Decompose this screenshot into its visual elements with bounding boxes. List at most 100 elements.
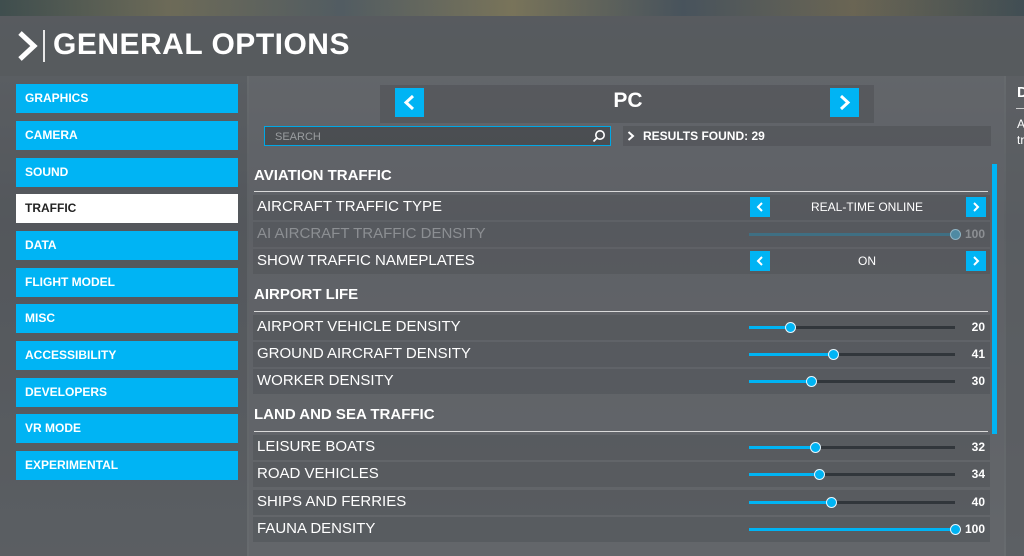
setting-row-ships-and-ferries: SHIPS AND FERRIES 40 (253, 490, 990, 515)
setting-label: GROUND AIRCRAFT DENSITY (257, 345, 471, 362)
setting-row-aircraft-traffic-type: AIRCRAFT TRAFFIC TYPE REAL-TIME ONLINE (253, 195, 990, 220)
option-next-button[interactable] (966, 251, 986, 271)
slider-handle[interactable] (809, 442, 821, 453)
sidebar-item-vr-mode[interactable]: VR MODE (16, 414, 238, 443)
slider-track[interactable] (749, 376, 955, 387)
setting-label: FAUNA DENSITY (257, 520, 376, 537)
slider-fill (749, 501, 832, 504)
section-divider (254, 311, 988, 312)
sidebar-item-traffic[interactable]: TRAFFIC (16, 194, 238, 223)
slider-track[interactable] (749, 497, 955, 508)
description-panel: D Atr (1006, 76, 1024, 556)
chevron-left-icon (756, 202, 763, 212)
slider-track[interactable] (749, 524, 961, 535)
slider-fill (749, 326, 791, 329)
setting-row-worker-density: WORKER DENSITY 30 (253, 369, 990, 394)
results-count: RESULTS FOUND: 29 (643, 129, 765, 143)
chevron-right-icon (839, 95, 851, 110)
setting-value: 41 (971, 347, 985, 361)
slider-fill (749, 380, 811, 383)
sidebar-item-accessibility[interactable]: ACCESSIBILITY (16, 341, 238, 370)
section-title-aviation-traffic: AVIATION TRAFFIC (254, 167, 392, 184)
results-found: RESULTS FOUND: 29 (623, 126, 991, 146)
scrollbar[interactable] (992, 164, 997, 434)
slider-handle[interactable] (826, 497, 838, 508)
section-divider (254, 431, 988, 432)
setting-value: 30 (971, 374, 985, 388)
option-next-button[interactable] (966, 197, 986, 217)
chevron-right-icon (973, 256, 980, 266)
setting-value: 100 (964, 522, 985, 536)
header-divider (43, 30, 45, 62)
description-line: A (1017, 117, 1024, 131)
sidebar-item-developers[interactable]: DEVELOPERS (16, 378, 238, 407)
header-bar: GENERAL OPTIONS (0, 16, 1024, 76)
chevron-left-icon (756, 256, 763, 266)
slider-handle[interactable] (805, 376, 817, 387)
platform-next-button[interactable] (830, 88, 859, 117)
setting-row-airport-vehicle-density: AIRPORT VEHICLE DENSITY 20 (253, 315, 990, 340)
setting-value: ON (858, 254, 876, 268)
slider-fill (749, 528, 955, 531)
page-title: GENERAL OPTIONS (53, 28, 350, 61)
sidebar-item-flight-model[interactable]: FLIGHT MODEL (16, 268, 238, 297)
sidebar: GRAPHICS CAMERA SOUND TRAFFIC DATA FLIGH… (0, 76, 247, 556)
setting-label: SHOW TRAFFIC NAMEPLATES (257, 252, 475, 269)
sidebar-item-camera[interactable]: CAMERA (16, 121, 238, 150)
setting-label: AI AIRCRAFT TRAFFIC DENSITY (257, 225, 486, 242)
chevron-right-icon (973, 202, 980, 212)
slider-track[interactable] (749, 349, 955, 360)
chevron-right-icon (627, 131, 635, 141)
setting-value: 40 (971, 495, 985, 509)
setting-value: 20 (971, 320, 985, 334)
sidebar-item-sound[interactable]: SOUND (16, 158, 238, 187)
option-prev-button[interactable] (750, 197, 770, 217)
platform-prev-button[interactable] (395, 88, 424, 117)
sidebar-item-graphics[interactable]: GRAPHICS (16, 84, 238, 113)
sidebar-item-experimental[interactable]: EXPERIMENTAL (16, 451, 238, 480)
slider-fill (749, 446, 815, 449)
setting-label: AIRPORT VEHICLE DENSITY (257, 318, 461, 335)
search-box (264, 126, 611, 146)
description-divider (1016, 108, 1024, 109)
slider-track (749, 229, 961, 240)
slider-fill (749, 353, 834, 356)
setting-row-leisure-boats: LEISURE BOATS 32 (253, 435, 990, 460)
slider-handle[interactable] (828, 349, 840, 360)
platform-title: PC (613, 89, 643, 112)
description-line: tr (1017, 133, 1024, 147)
back-chevron-icon[interactable] (16, 30, 40, 62)
slider-track[interactable] (749, 469, 955, 480)
setting-label: ROAD VEHICLES (257, 465, 379, 482)
section-title-land-and-sea-traffic: LAND AND SEA TRAFFIC (254, 406, 435, 423)
slider-handle[interactable] (785, 322, 797, 333)
description-title: D (1017, 84, 1024, 101)
slider-handle[interactable] (814, 469, 826, 480)
setting-row-ground-aircraft-density: GROUND AIRCRAFT DENSITY 41 (253, 342, 990, 367)
setting-value: 34 (971, 467, 985, 481)
search-icon[interactable] (592, 129, 606, 143)
sidebar-item-misc[interactable]: MISC (16, 304, 238, 333)
background-scenery (0, 0, 1024, 16)
slider-track[interactable] (749, 322, 955, 333)
chevron-left-icon (403, 95, 415, 110)
section-title-airport-life: AIRPORT LIFE (254, 286, 359, 303)
setting-row-ai-aircraft-traffic-density: AI AIRCRAFT TRAFFIC DENSITY 100 (253, 222, 990, 247)
section-divider (254, 191, 988, 192)
option-prev-button[interactable] (750, 251, 770, 271)
setting-value: REAL-TIME ONLINE (810, 200, 924, 214)
setting-label: LEISURE BOATS (257, 438, 376, 455)
slider-track[interactable] (749, 442, 955, 453)
setting-row-show-traffic-nameplates: SHOW TRAFFIC NAMEPLATES ON (253, 249, 990, 274)
sidebar-item-data[interactable]: DATA (16, 231, 238, 260)
setting-row-fauna-density: FAUNA DENSITY 100 (253, 517, 990, 542)
description-text: Atr (1017, 116, 1024, 148)
setting-label: WORKER DENSITY (257, 372, 394, 389)
setting-label: SHIPS AND FERRIES (257, 493, 407, 510)
search-input[interactable] (275, 129, 585, 144)
slider-fill (749, 233, 955, 236)
setting-row-road-vehicles: ROAD VEHICLES 34 (253, 462, 990, 487)
slider-fill (749, 473, 820, 476)
setting-value: 100 (964, 227, 985, 241)
setting-label: AIRCRAFT TRAFFIC TYPE (257, 198, 443, 215)
